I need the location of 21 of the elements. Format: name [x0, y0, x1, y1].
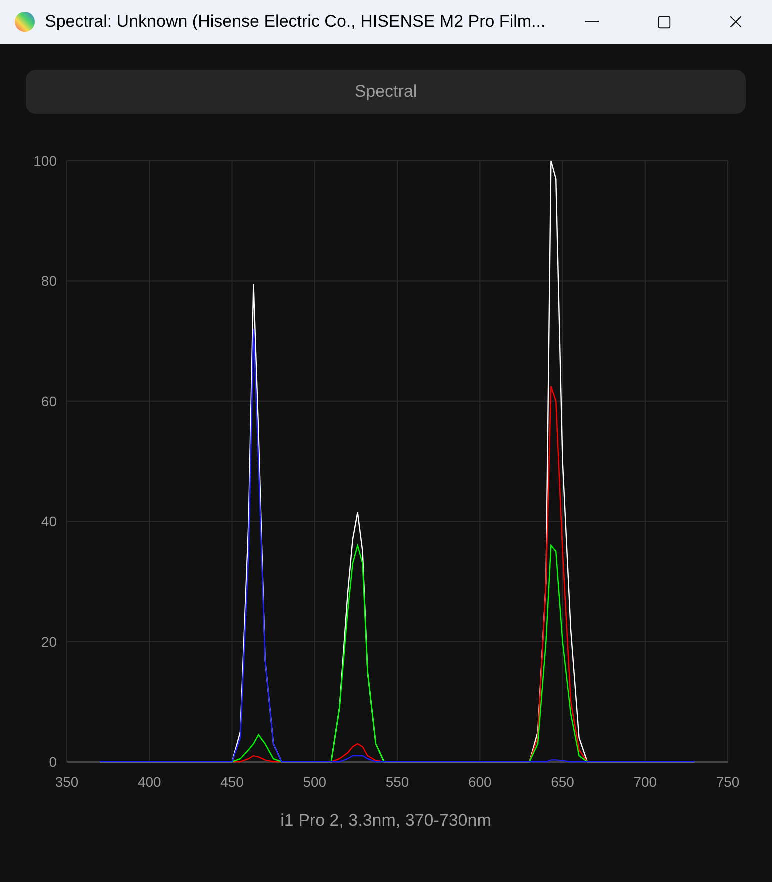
x-tick-label: 500 [303, 774, 327, 790]
y-tick-label: 20 [41, 634, 57, 650]
x-tick-label: 600 [468, 774, 492, 790]
y-tick-label: 100 [34, 153, 57, 169]
spectral-button[interactable]: Spectral [26, 70, 746, 114]
y-tick-label: 80 [41, 273, 57, 290]
y-tick-label: 60 [41, 393, 57, 410]
maximize-icon [656, 14, 672, 30]
chart-caption: i1 Pro 2, 3.3nm, 370-730nm [280, 810, 492, 832]
x-tick-label: 400 [138, 774, 162, 790]
x-tick-label: 350 [55, 774, 79, 790]
x-tick-label: 550 [386, 774, 410, 790]
window-title: Spectral: Unknown (Hisense Electric Co., HISENSE M2 Pro Film... [45, 11, 546, 34]
y-tick-label: 0 [49, 754, 57, 770]
minimize-icon [585, 21, 599, 23]
x-tick-label: 750 [716, 774, 740, 790]
x-tick-label: 650 [551, 774, 574, 790]
x-tick-label: 450 [220, 774, 244, 790]
y-tick-label: 40 [41, 514, 57, 530]
x-tick-label: 700 [634, 774, 658, 790]
app-logo-icon [14, 11, 36, 33]
